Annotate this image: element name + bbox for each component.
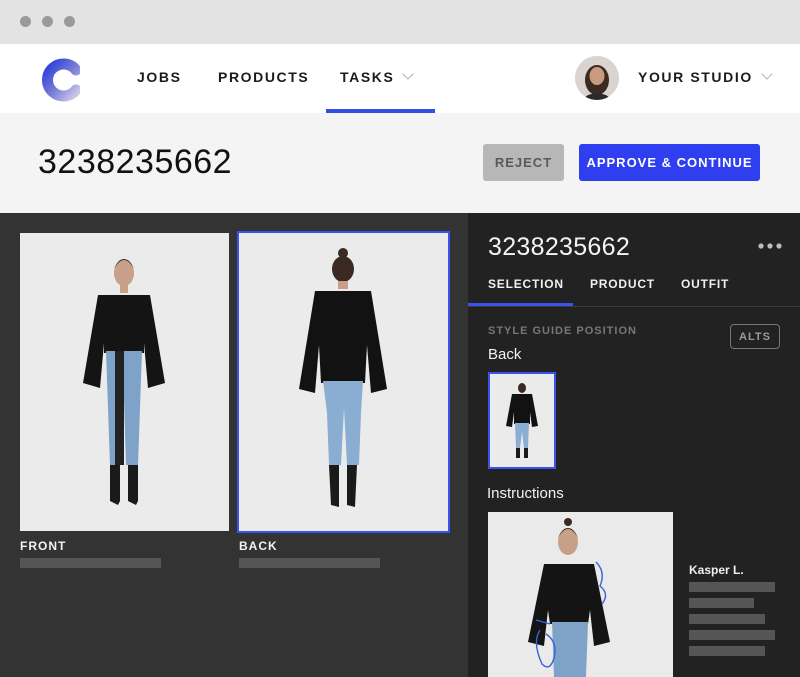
style-guide-value: Back — [488, 346, 522, 363]
window-titlebar — [0, 0, 800, 44]
nav-tasks-label: TASKS — [340, 69, 395, 85]
page-title: 3238235662 — [38, 143, 233, 181]
style-guide-thumbnail[interactable] — [488, 372, 556, 469]
instructions-title: Instructions — [487, 485, 564, 502]
back-meta-placeholder — [239, 558, 380, 568]
window-minimize-dot[interactable] — [42, 16, 53, 27]
tab-selection[interactable]: SELECTION — [488, 277, 564, 291]
nav-products[interactable]: PRODUCTS — [218, 69, 309, 85]
back-label: BACK — [239, 539, 278, 553]
brand-logo-icon[interactable] — [40, 58, 80, 102]
instruction-text-placeholder — [689, 582, 775, 592]
chevron-down-icon — [402, 68, 415, 80]
studio-label: YOUR STUDIO — [638, 69, 753, 85]
studio-menu[interactable]: YOUR STUDIO — [638, 68, 773, 85]
nav-tasks[interactable]: TASKS — [340, 68, 415, 85]
sidebar-title: 3238235662 — [488, 233, 631, 261]
instruction-text-placeholder — [689, 614, 765, 624]
details-sidebar: 3238235662 SELECTION PRODUCT OUTFIT STYL… — [468, 213, 800, 677]
front-meta-placeholder — [20, 558, 161, 568]
front-label: FRONT — [20, 539, 67, 553]
photo-review-panel: FRONT BACK — [0, 213, 468, 677]
instructions-author: Kasper L. — [689, 563, 744, 577]
instructions-image[interactable] — [488, 512, 673, 677]
alts-button[interactable]: ALTS — [730, 324, 780, 349]
back-photo-selected[interactable] — [237, 231, 450, 533]
tab-outfit[interactable]: OUTFIT — [681, 277, 729, 291]
window-close-dot[interactable] — [20, 16, 31, 27]
avatar[interactable] — [575, 56, 619, 100]
tab-divider — [468, 306, 800, 307]
chevron-down-icon — [761, 68, 773, 80]
more-horizontal-icon[interactable] — [758, 243, 782, 249]
reject-button[interactable]: REJECT — [483, 144, 564, 181]
task-header: 3238235662 REJECT APPROVE & CONTINUE — [0, 113, 800, 213]
instruction-text-placeholder — [689, 630, 775, 640]
top-navbar: JOBS PRODUCTS TASKS YOUR STUDIO — [0, 44, 800, 113]
instruction-text-placeholder — [689, 598, 754, 608]
approve-continue-button[interactable]: APPROVE & CONTINUE — [579, 144, 760, 181]
front-photo[interactable] — [20, 233, 229, 531]
instruction-text-placeholder — [689, 646, 765, 656]
tab-product[interactable]: PRODUCT — [590, 277, 655, 291]
nav-jobs[interactable]: JOBS — [137, 69, 182, 85]
style-guide-label: STYLE GUIDE POSITION — [488, 325, 637, 337]
window-maximize-dot[interactable] — [64, 16, 75, 27]
